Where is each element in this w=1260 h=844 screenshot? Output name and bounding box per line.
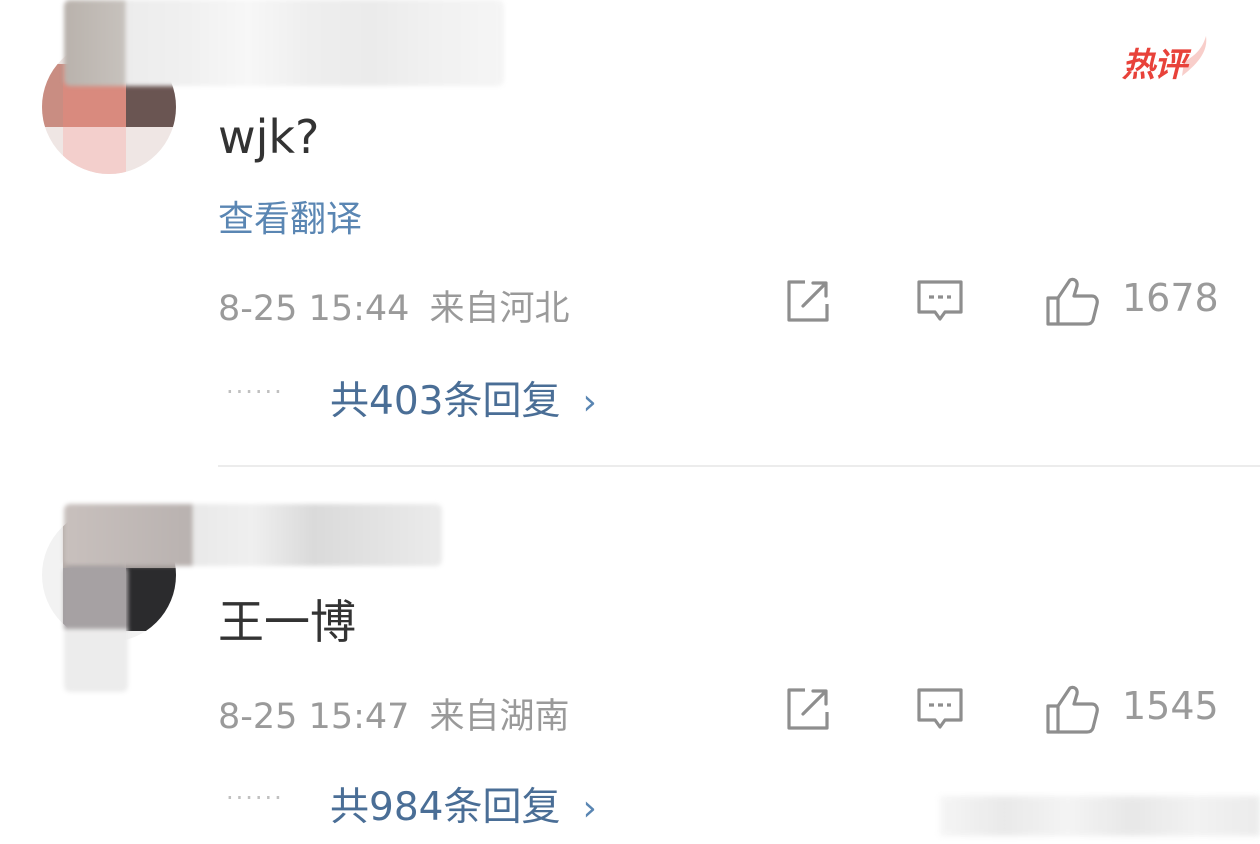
comment-location: 来自湖南	[429, 697, 570, 737]
like-count: 1678	[1122, 276, 1219, 320]
thumbs-up-icon[interactable]	[1044, 684, 1099, 734]
comment-item: 王一博 8-25 15:47 来自湖南 1545 ······ 共984条回复 ›	[0, 468, 1260, 844]
username-extra	[64, 566, 128, 692]
comment-icon[interactable]	[915, 276, 965, 326]
replies-count-label: 共403条回复	[330, 379, 561, 424]
comment-text: wjk?	[218, 110, 320, 164]
comment-icon[interactable]	[915, 684, 965, 734]
username[interactable]	[64, 504, 442, 566]
reply-dots: ······	[226, 784, 284, 812]
chevron-right-icon: ›	[582, 382, 597, 423]
comment-time: 8-25 15:47	[218, 697, 410, 737]
share-icon[interactable]	[783, 684, 833, 734]
view-translation-link[interactable]: 查看翻译	[218, 190, 362, 242]
replies-count-label: 共984条回复	[330, 785, 561, 830]
hot-comment-badge: 热评	[1122, 36, 1210, 84]
reply-dots: ······	[226, 378, 284, 406]
share-icon[interactable]	[783, 276, 833, 326]
view-replies-link[interactable]: 共984条回复 ›	[330, 776, 597, 832]
blurred-edge-overlay	[940, 796, 1260, 836]
like-count: 1545	[1122, 684, 1219, 728]
comment-location: 来自河北	[429, 289, 570, 329]
comment-text: 王一博	[218, 595, 356, 649]
view-replies-link[interactable]: 共403条回复 ›	[330, 370, 597, 426]
comment-time: 8-25 15:44	[218, 289, 410, 329]
thumbs-up-icon[interactable]	[1044, 276, 1099, 326]
comment-meta: 8-25 15:44 来自河北	[218, 280, 569, 331]
hot-comment-label: 热评	[1122, 45, 1187, 84]
comment-meta: 8-25 15:47 来自湖南	[218, 688, 569, 739]
username[interactable]	[64, 0, 504, 86]
divider	[218, 465, 1260, 467]
chevron-right-icon: ›	[582, 788, 597, 829]
comment-item: 热评 wjk? 查看翻译 8-25 15:44 来自河北 1678 ······ …	[0, 0, 1260, 460]
